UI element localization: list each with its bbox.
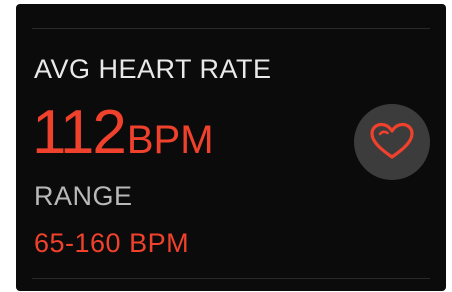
heart-rate-unit: BPM: [126, 118, 214, 162]
bottom-divider: [32, 278, 430, 279]
heart-rate-number: 112: [32, 98, 127, 167]
avg-heart-rate-label: AVG HEART RATE: [34, 54, 272, 84]
heart-rate-value: 112BPM: [32, 102, 214, 164]
range-value: 65-160 BPM: [34, 228, 190, 258]
top-divider: [32, 28, 430, 29]
heart-rate-screen: AVG HEART RATE 112BPM RANGE 65-160 BPM: [16, 4, 446, 291]
range-label: RANGE: [34, 181, 133, 211]
heart-icon: [369, 122, 415, 162]
heart-rate-button[interactable]: [354, 104, 430, 180]
